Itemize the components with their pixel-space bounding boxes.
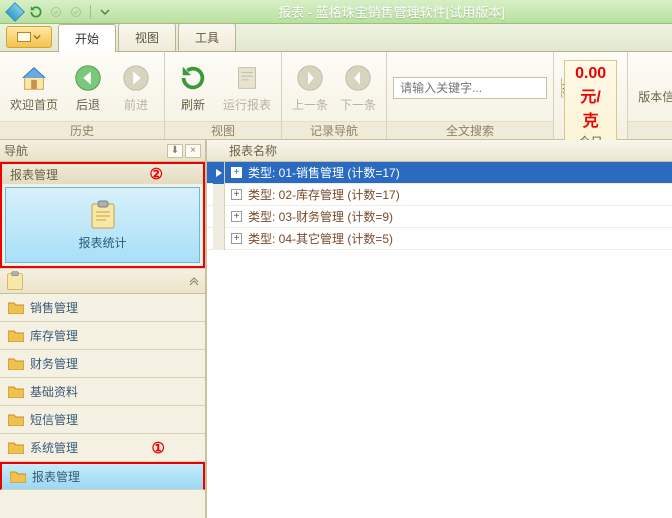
tab-tools[interactable]: 工具 <box>178 23 236 51</box>
nav-expand-button[interactable] <box>189 276 199 286</box>
nav-item-system[interactable]: 系统管理① <box>0 434 205 462</box>
refresh-button[interactable]: 刷新 <box>171 60 215 115</box>
run-report-button[interactable]: 运行报表 <box>219 60 275 115</box>
nav-pin-button[interactable]: ⬇ <box>167 144 183 158</box>
nav-tile-container: 报表统计 <box>0 184 205 268</box>
workspace: 导航 ⬇ × 报表管理 ② 报表统计 销售管理 库存管理 财务管理 基础资料 短… <box>0 140 672 518</box>
expand-icon[interactable]: + <box>231 167 242 178</box>
qat-customize-button[interactable] <box>96 3 114 21</box>
search-box: 搜 <box>393 77 547 99</box>
nav-item-inventory[interactable]: 库存管理 <box>0 322 205 350</box>
home-button[interactable]: 欢迎首页 <box>6 60 62 115</box>
tab-view[interactable]: 视图 <box>118 23 176 51</box>
row-indicator-icon <box>213 184 225 206</box>
expand-icon[interactable]: + <box>231 189 242 200</box>
forward-button[interactable]: 前进 <box>114 60 158 115</box>
list-rows: + 类型: 01-销售管理 (计数=17) + 类型: 02-库存管理 (计数=… <box>207 162 672 518</box>
nav-item-reports[interactable]: 报表管理 <box>0 462 205 490</box>
nav-category-header[interactable]: 报表管理 ② <box>0 162 205 184</box>
expand-icon[interactable]: + <box>231 233 242 244</box>
column-name: 报表名称 <box>229 142 277 159</box>
nav-item-sales[interactable]: 销售管理 <box>0 294 205 322</box>
version-button[interactable]: 版本信息 <box>634 68 672 107</box>
annotation-2: ② <box>150 165 163 183</box>
title-bar: 报表 - 蓝格珠宝销售管理软件[试用版本] <box>0 0 672 24</box>
nav-close-button[interactable]: × <box>185 144 201 158</box>
annotation-1: ① <box>152 439 165 457</box>
nav-panel-header: 导航 ⬇ × <box>0 140 205 162</box>
tab-start[interactable]: 开始 <box>58 24 116 52</box>
nav-panel-title: 导航 <box>4 142 28 159</box>
app-menu-button[interactable] <box>6 26 52 48</box>
window-title: 报表 - 蓝格珠宝销售管理软件[试用版本] <box>115 2 668 21</box>
ribbon-group-search: 搜 全文搜索 <box>387 52 554 139</box>
ribbon-group-history: 欢迎首页 后退 前进 历史 <box>0 52 165 139</box>
qat-refresh-button[interactable] <box>27 3 45 21</box>
nav-item-basedata[interactable]: 基础资料 <box>0 378 205 406</box>
list-row[interactable]: + 类型: 02-库存管理 (计数=17) <box>207 184 672 206</box>
nav-panel: 导航 ⬇ × 报表管理 ② 报表统计 销售管理 库存管理 财务管理 基础资料 短… <box>0 140 206 518</box>
list-panel: 报表名称 + 类型: 01-销售管理 (计数=17) + 类型: 02-库存管理… <box>206 140 672 518</box>
search-input[interactable] <box>394 81 561 95</box>
nav-list: 销售管理 库存管理 财务管理 基础资料 短信管理 系统管理① 报表管理 <box>0 294 205 518</box>
expand-icon[interactable]: + <box>231 211 242 222</box>
nav-mini-toolbar <box>0 268 205 294</box>
next-record-button[interactable]: 下一条 <box>336 60 380 115</box>
qat-button-1[interactable] <box>47 3 65 21</box>
ribbon-group-view: 刷新 运行报表 视图 <box>165 52 282 139</box>
tab-strip: 开始 视图 工具 <box>0 24 672 52</box>
list-row[interactable]: + 类型: 01-销售管理 (计数=17) <box>207 162 672 184</box>
gold-price-value: 0.00元/克 <box>575 65 606 131</box>
prev-record-button[interactable]: 上一条 <box>288 60 332 115</box>
row-indicator-icon <box>213 228 225 250</box>
nav-item-finance[interactable]: 财务管理 <box>0 350 205 378</box>
row-indicator-icon <box>213 206 225 228</box>
list-column-header[interactable]: 报表名称 <box>207 140 672 162</box>
ribbon-group-recordnav: 上一条 下一条 记录导航 <box>282 52 387 139</box>
qat-button-2[interactable] <box>67 3 85 21</box>
row-indicator-icon <box>213 162 225 184</box>
list-row[interactable]: + 类型: 03-财务管理 (计数=9) <box>207 206 672 228</box>
ribbon-group-version: 版本信息 <box>628 52 672 139</box>
ribbon: 欢迎首页 后退 前进 历史 刷新 运行报表 视图 <box>0 52 672 140</box>
clipboard-icon[interactable] <box>6 271 24 291</box>
back-button[interactable]: 后退 <box>66 60 110 115</box>
list-row[interactable]: + 类型: 04-其它管理 (计数=5) <box>207 228 672 250</box>
app-icon <box>5 2 25 22</box>
nav-item-sms[interactable]: 短信管理 <box>0 406 205 434</box>
report-stats-tile[interactable]: 报表统计 <box>5 187 200 263</box>
ribbon-group-gold: 0.00元/克 今日金银价设置 今日金银价 <box>554 52 628 139</box>
